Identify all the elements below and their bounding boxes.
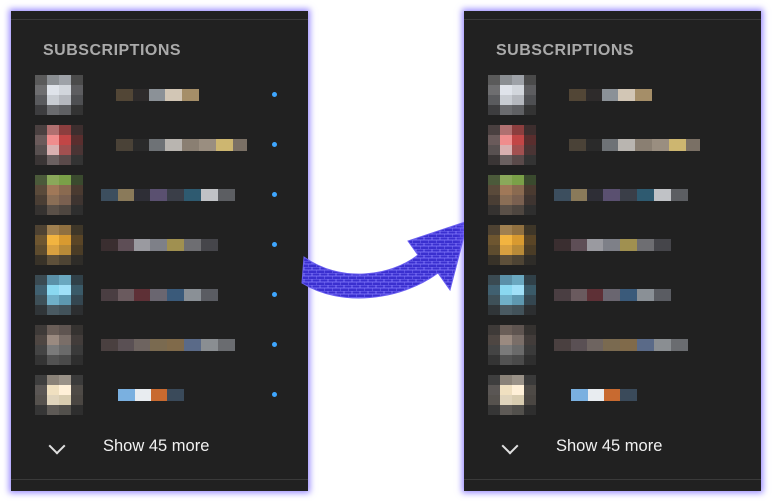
channel-name bbox=[569, 89, 652, 101]
channel-name bbox=[554, 289, 671, 301]
subscription-item[interactable] bbox=[11, 75, 308, 115]
subscription-item[interactable] bbox=[11, 225, 308, 265]
channel-name bbox=[554, 189, 688, 201]
channel-avatar bbox=[488, 75, 536, 115]
show-more-label: Show 45 more bbox=[556, 437, 663, 455]
new-content-dot bbox=[272, 242, 277, 247]
subscription-item[interactable] bbox=[464, 75, 761, 115]
channel-avatar bbox=[488, 175, 536, 215]
channel-avatar bbox=[488, 275, 536, 315]
divider bbox=[11, 19, 308, 20]
subscription-item[interactable] bbox=[11, 275, 308, 315]
arrow-right-icon bbox=[301, 220, 469, 299]
subscription-item[interactable] bbox=[11, 325, 308, 365]
channel-name bbox=[118, 389, 184, 401]
channel-avatar bbox=[35, 275, 83, 315]
channel-avatar bbox=[488, 325, 536, 365]
channel-avatar bbox=[35, 325, 83, 365]
subscription-item[interactable] bbox=[464, 225, 761, 265]
subscription-item[interactable] bbox=[464, 125, 761, 165]
channel-avatar bbox=[488, 225, 536, 265]
channel-avatar bbox=[35, 375, 83, 415]
new-content-dot bbox=[272, 392, 277, 397]
divider bbox=[464, 19, 761, 20]
subscription-item[interactable] bbox=[464, 375, 761, 415]
channel-name bbox=[116, 139, 247, 151]
subscription-item[interactable] bbox=[11, 375, 308, 415]
channel-name bbox=[116, 89, 199, 101]
new-content-dot bbox=[272, 92, 277, 97]
chevron-down-icon bbox=[11, 432, 91, 462]
show-more-button[interactable]: Show 45 more bbox=[464, 432, 761, 462]
divider bbox=[464, 479, 761, 480]
subscription-item[interactable] bbox=[464, 325, 761, 365]
new-content-dot bbox=[272, 142, 277, 147]
divider bbox=[11, 479, 308, 480]
new-content-dot bbox=[272, 192, 277, 197]
channel-avatar bbox=[488, 125, 536, 165]
show-more-button[interactable]: Show 45 more bbox=[11, 432, 308, 462]
show-more-label: Show 45 more bbox=[103, 437, 210, 455]
channel-avatar bbox=[488, 375, 536, 415]
section-title: SUBSCRIPTIONS bbox=[43, 42, 182, 59]
channel-avatar bbox=[35, 125, 83, 165]
subscription-item[interactable] bbox=[464, 175, 761, 215]
channel-name bbox=[101, 339, 235, 351]
new-content-dot bbox=[272, 292, 277, 297]
new-content-dot bbox=[272, 342, 277, 347]
channel-name bbox=[101, 289, 218, 301]
subscription-item[interactable] bbox=[11, 175, 308, 215]
channel-avatar bbox=[35, 75, 83, 115]
channel-name bbox=[569, 139, 700, 151]
channel-name bbox=[554, 339, 688, 351]
section-title: SUBSCRIPTIONS bbox=[496, 42, 635, 59]
channel-name bbox=[554, 239, 671, 251]
channel-name bbox=[101, 189, 235, 201]
channel-name bbox=[571, 389, 637, 401]
subscription-item[interactable] bbox=[11, 125, 308, 165]
channel-avatar bbox=[35, 175, 83, 215]
chevron-down-icon bbox=[464, 432, 544, 462]
subscription-item[interactable] bbox=[464, 275, 761, 315]
channel-avatar bbox=[35, 225, 83, 265]
channel-name bbox=[101, 239, 218, 251]
subscriptions-panel-before: SUBSCRIPTIONS Show 45 more bbox=[11, 11, 308, 491]
subscriptions-panel-after: SUBSCRIPTIONS Show 45 more bbox=[464, 11, 761, 491]
